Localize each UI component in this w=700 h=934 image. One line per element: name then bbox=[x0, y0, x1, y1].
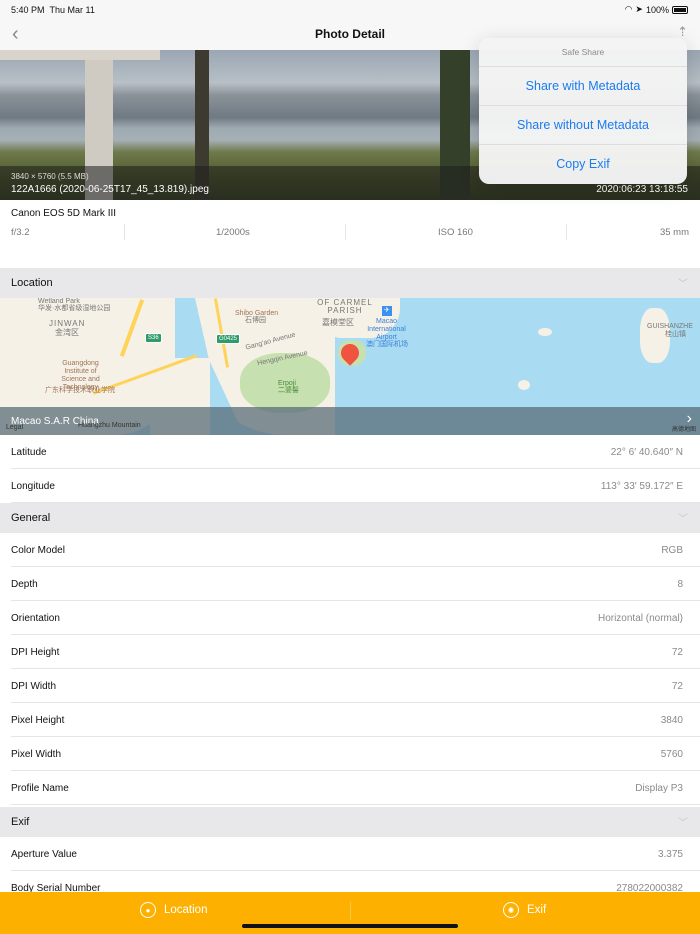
tab-location[interactable]: ● Location bbox=[140, 902, 207, 918]
safe-share-popover: Safe Share Share with Metadata Share wit… bbox=[479, 38, 687, 184]
section-header-exif[interactable]: Exif ﹀ bbox=[0, 807, 700, 837]
map-attribution: 高德地图 bbox=[671, 427, 696, 433]
map-label: 二婆髻 bbox=[278, 387, 299, 394]
status-bar: 5:40 PM Thu Mar 11 ◠ ➤ 100% bbox=[0, 0, 700, 20]
airport-icon: ✈ bbox=[382, 306, 392, 316]
map-label: 华发·水都省级湿地公园 bbox=[38, 305, 111, 312]
focal-length: 35 mm bbox=[659, 227, 689, 238]
tab-label: Location bbox=[164, 904, 208, 916]
photo-dimensions: 3840 × 5760 (5.5 MB) bbox=[11, 172, 89, 181]
section-header-general[interactable]: General ﹀ bbox=[0, 503, 700, 533]
iso: ISO 160 bbox=[438, 227, 473, 238]
map-label: Huangzhu Mountain bbox=[78, 422, 141, 429]
row-orientation: Orientation Horizontal (normal) bbox=[0, 601, 700, 635]
battery-percent: 100% bbox=[645, 4, 669, 15]
section-title: Location bbox=[11, 277, 53, 289]
tab-exif[interactable]: ✺ Exif bbox=[503, 902, 546, 918]
tab-bar: ● Location ✺ Exif bbox=[0, 892, 700, 934]
status-time: 5:40 PM Thu Mar 11 bbox=[11, 5, 95, 15]
section-title: Exif bbox=[11, 816, 30, 828]
chevron-down-icon: ﹀ bbox=[678, 514, 688, 525]
map-label: Macao International Airport bbox=[367, 318, 406, 341]
map-label: 广东科学技术职业学院 bbox=[45, 387, 115, 394]
camera-summary: Canon EOS 5D Mark III f/3.2 1/2000s ISO … bbox=[0, 200, 700, 268]
location-pin-icon: ● bbox=[140, 902, 156, 918]
map-label: 嘉模堂区 bbox=[322, 318, 354, 327]
row-latitude: Latitude 22° 6′ 40.640″ N bbox=[0, 435, 700, 469]
copy-exif-button[interactable]: Copy Exif bbox=[479, 145, 687, 184]
location-map[interactable]: Wetland Park 华发·水都省级湿地公园 JINWAN 金湾区 Guan… bbox=[0, 298, 700, 435]
highway-shield: S36 bbox=[145, 333, 162, 343]
chevron-down-icon: ﹀ bbox=[678, 279, 688, 290]
legal-link[interactable]: Legal bbox=[6, 424, 23, 432]
highway-shield: G0425 bbox=[216, 334, 241, 344]
photo-date: 2020:06:23 13:18:55 bbox=[596, 184, 688, 195]
battery-icon bbox=[672, 5, 688, 14]
row-depth: Depth 8 bbox=[0, 567, 700, 601]
aperture: f/3.2 bbox=[11, 227, 30, 238]
camera-model: Canon EOS 5D Mark III bbox=[11, 208, 117, 219]
map-label: 桂山镇 bbox=[665, 331, 686, 338]
wifi-icon: ◠ bbox=[624, 4, 633, 14]
map-location-bar[interactable]: Macao S.A.R China Legal Huangzhu Mountai… bbox=[0, 407, 700, 435]
share-without-metadata-button[interactable]: Share without Metadata bbox=[479, 106, 687, 145]
row-dpi-height: DPI Height 72 bbox=[0, 635, 700, 669]
row-pixel-height: Pixel Height 3840 bbox=[0, 703, 700, 737]
map-label: 澳门国际机场 bbox=[366, 341, 408, 348]
map-label: GUISHANZHE bbox=[647, 323, 693, 330]
location-arrow-icon: ➤ bbox=[635, 4, 643, 14]
section-title: General bbox=[11, 512, 51, 524]
home-indicator bbox=[242, 924, 458, 928]
row-color-model: Color Model RGB bbox=[0, 533, 700, 567]
row-profile-name: Profile Name Display P3 bbox=[0, 771, 700, 805]
photo-filename: 122A1666 (2020-06-25T17_45_13.819).jpeg bbox=[11, 184, 209, 195]
chevron-down-icon: ﹀ bbox=[678, 818, 688, 829]
aperture-icon: ✺ bbox=[503, 902, 519, 918]
map-label: OF CARMEL PARISH bbox=[317, 298, 373, 315]
map-label: 石博园 bbox=[245, 317, 266, 324]
shutter-speed: 1/2000s bbox=[216, 227, 250, 238]
share-with-metadata-button[interactable]: Share with Metadata bbox=[479, 67, 687, 106]
row-dpi-width: DPI Width 72 bbox=[0, 669, 700, 703]
map-label: 金湾区 bbox=[55, 328, 79, 337]
row-aperture-value: Aperture Value 3.375 bbox=[0, 837, 700, 871]
row-longitude: Longitude 113° 33′ 59.172″ E bbox=[0, 469, 700, 503]
popover-title: Safe Share bbox=[479, 38, 687, 67]
tab-label: Exif bbox=[527, 904, 547, 916]
section-header-location[interactable]: Location ﹀ bbox=[0, 268, 700, 298]
row-pixel-width: Pixel Width 5760 bbox=[0, 737, 700, 771]
map-label: JINWAN bbox=[49, 319, 86, 328]
